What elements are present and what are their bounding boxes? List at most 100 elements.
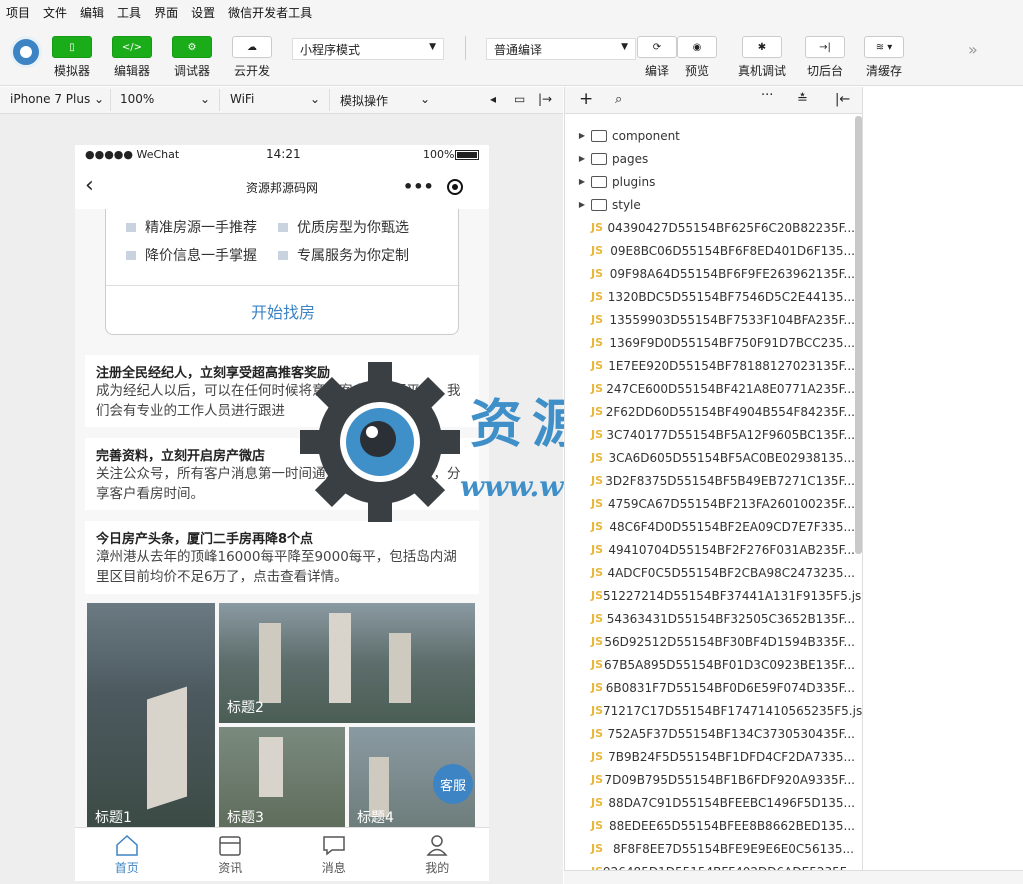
window-icon[interactable]: ▭ [514,92,525,106]
tree-file[interactable]: JS 7D09B795D55154BF1B6FDF920A9335F... [565,768,855,791]
tree-file[interactable]: JS 09F98A64D55154BF6F9FE263962135F... [565,262,855,285]
tab-bar: 首页 资讯 消息 我的 [75,827,489,881]
add-icon[interactable]: + [579,89,593,109]
sort-icon[interactable]: ≛ [797,92,808,107]
cloud-icon: ☁ [232,36,272,58]
tree-file[interactable]: JS 67B5A895D55154BF01D3C0923BE135F... [565,653,855,676]
menu-tools[interactable]: 工具 [117,4,141,21]
expand-chevron-icon[interactable]: » [968,40,978,59]
tree-file[interactable]: JS 2F62DD60D55154BF4904B554F84235F... [565,400,855,423]
zoom-select[interactable]: 100% [120,92,154,106]
tab-news[interactable]: 资讯 [179,828,283,881]
operation-caret-icon[interactable]: ⌄ [420,92,430,106]
back-icon[interactable]: ‹ [85,173,94,198]
menu-project[interactable]: 项目 [6,4,30,21]
clear-cache-button[interactable]: ≋ ▾ 清缓存 [864,36,904,79]
image-tile[interactable]: 标题1 [87,603,215,827]
mode-select[interactable]: 小程序模式 ▼ [292,38,444,60]
tree-file[interactable]: JS 13559903D55154BF7533F104BFA235F... [565,308,855,331]
simulator-toggle[interactable]: ▯ 模拟器 [52,36,92,79]
network-caret-icon[interactable]: ⌄ [310,92,320,106]
tree-folder[interactable]: ▶ style [565,193,855,216]
news-item[interactable]: 今日房产头条，厦门二手房再降8个点 漳州港从去年的顶峰16000每平降至9000… [85,521,479,594]
tree-file[interactable]: JS 8F8F8EE7D55154BFE9E9E6E0C56135... [565,837,855,860]
news-item[interactable]: 完善资料，立刻开启房产微店 关注公众号，所有客户消息第一时间通知到位，每日算盘，… [85,438,479,510]
tree-file[interactable]: JS 48C6F4D0D55154BF2EA09CD7E7F335... [565,515,855,538]
more-icon[interactable]: ••• [403,177,434,196]
js-file-icon: JS [591,727,604,740]
status-bar: ●●●●● WeChat 14:21 100% [75,145,489,165]
tree-file[interactable]: JS 6B0831F7D55154BF0D6E59F074D335F... [565,676,855,699]
tab-messages[interactable]: 消息 [282,828,386,881]
tree-file[interactable]: JS 4ADCF0C5D55154BF2CBA98C2473235... [565,561,855,584]
tree-file[interactable]: JS 49410704D55154BF2F276F031AB235F... [565,538,855,561]
tree-folder[interactable]: ▶ component [565,124,855,147]
tree-file[interactable]: JS 09E8BC06D55154BF6F8ED401D6F135... [565,239,855,262]
tree-file[interactable]: JS 3D2F8375D55154BF5B49EB7271C135F... [565,469,855,492]
more-icon[interactable]: ··· [761,88,773,103]
menu-edit[interactable]: 编辑 [80,4,104,21]
clear-cache-label: 清缓存 [865,64,902,78]
start-search-button[interactable]: 开始找房 [106,285,460,335]
tree-file[interactable]: JS 04390427D55154BF625F6C20B82235F... [565,216,855,239]
compile-mode-select[interactable]: 普通编译 ▼ [486,38,636,60]
tab-profile[interactable]: 我的 [386,828,490,881]
image-tile[interactable]: 标题3 [219,727,345,827]
tree-file[interactable]: JS 7B9B24F5D55154BF1DFD4CF2DA7335... [565,745,855,768]
tree-file[interactable]: JS 88EDEE65D55154BFEE8B8662BED135... [565,814,855,837]
collapse-icon[interactable]: |← [835,92,850,107]
device-value: iPhone 7 Plus [10,92,91,106]
file-label: 49410704D55154BF2F276F031AB235F... [608,542,855,557]
editor-toggle[interactable]: </> 编辑器 [112,36,152,79]
tree-file[interactable]: JS 4759CA67D55154BF213FA260100235F... [565,492,855,515]
home-icon [116,834,138,856]
cloud-label: 云开发 [233,64,270,78]
close-circle-icon[interactable] [447,179,463,195]
tree-file[interactable]: JS 56D92512D55154BF30BF4D1594B335F... [565,630,855,653]
volume-icon[interactable]: ◂ [490,92,496,106]
debug-tabs-bar [564,870,1023,884]
compile-button[interactable]: ⟳ 编译 [637,36,677,79]
tree-file[interactable]: JS 1369F9D0D55154BF750F91D7BCC235... [565,331,855,354]
preview-button[interactable]: ◉ 预览 [677,36,717,79]
detach-icon[interactable]: |→ [538,92,552,106]
remote-debug-button[interactable]: ✱ 真机调试 [738,36,786,79]
debugger-toggle[interactable]: ⚙ 调试器 [172,36,212,79]
file-tree-scrollbar[interactable] [855,116,862,554]
file-label: 54363431D55154BF32505C3652B135F... [606,611,855,626]
tab-home[interactable]: 首页 [75,828,179,881]
background-button[interactable]: →| 切后台 [805,36,845,79]
tree-folder[interactable]: ▶ plugins [565,170,855,193]
menu-view[interactable]: 界面 [154,4,178,21]
image-tile[interactable]: 标题2 [219,603,475,723]
tree-file[interactable]: JS 54363431D55154BF32505C3652B135F... [565,607,855,630]
news-item[interactable]: 注册全民经纪人，立刻享受超高推客奖励 成为经纪人以后，可以在任何时候将意向客户推… [85,355,479,427]
file-label: 1E7EE920D55154BF78188127023135F... [608,358,855,373]
js-file-icon: JS [591,842,604,855]
service-button[interactable]: 客服 [433,764,473,804]
tree-file[interactable]: JS 3CA6D605D55154BF5AC0BE02938135... [565,446,855,469]
search-icon[interactable]: ⌕ [615,92,622,107]
file-label: 7D09B795D55154BF1B6FDF920A9335F... [604,772,855,787]
tree-file[interactable]: JS 752A5F37D55154BF134C3730530435F... [565,722,855,745]
tree-file[interactable]: JS 3C740177D55154BF5A12F9605BC135F... [565,423,855,446]
operation-select[interactable]: 模拟操作 [340,92,388,109]
tree-file[interactable]: JS 51227214D55154BF37441A131F9135F5.js [565,584,861,607]
file-label: 8F8F8EE7D55154BFE9E9E6E0C56135... [613,841,854,856]
tree-folder[interactable]: ▶ pages [565,147,855,170]
network-select[interactable]: WiFi [230,92,254,106]
menu-devtools[interactable]: 微信开发者工具 [228,4,312,21]
menu-file[interactable]: 文件 [43,4,67,21]
tree-file[interactable]: JS 1E7EE920D55154BF78188127023135F... [565,354,855,377]
device-select[interactable]: iPhone 7 Plus ⌄ [10,92,104,106]
tree-file[interactable]: JS 247CE600D55154BF421A8E0771A235F... [565,377,855,400]
toolbar-separator [465,36,466,60]
cloud-button[interactable]: ☁ 云开发 [232,36,272,79]
background-label: 切后台 [806,64,843,78]
tree-file[interactable]: JS 88DA7C91D55154BFEEBC1496F5D135... [565,791,855,814]
menu-settings[interactable]: 设置 [191,4,215,21]
feature-card: 精准房源一手推荐 优质房型为你甄选 降价信息一手掌握 专属服务为你定制 开始找房 [105,209,460,335]
tree-file[interactable]: JS 1320BDC5D55154BF7546D5C2E44135... [565,285,855,308]
tree-file[interactable]: JS 71217C17D55154BF17471410565235F5.js [565,699,862,722]
zoom-caret-icon[interactable]: ⌄ [200,92,210,106]
